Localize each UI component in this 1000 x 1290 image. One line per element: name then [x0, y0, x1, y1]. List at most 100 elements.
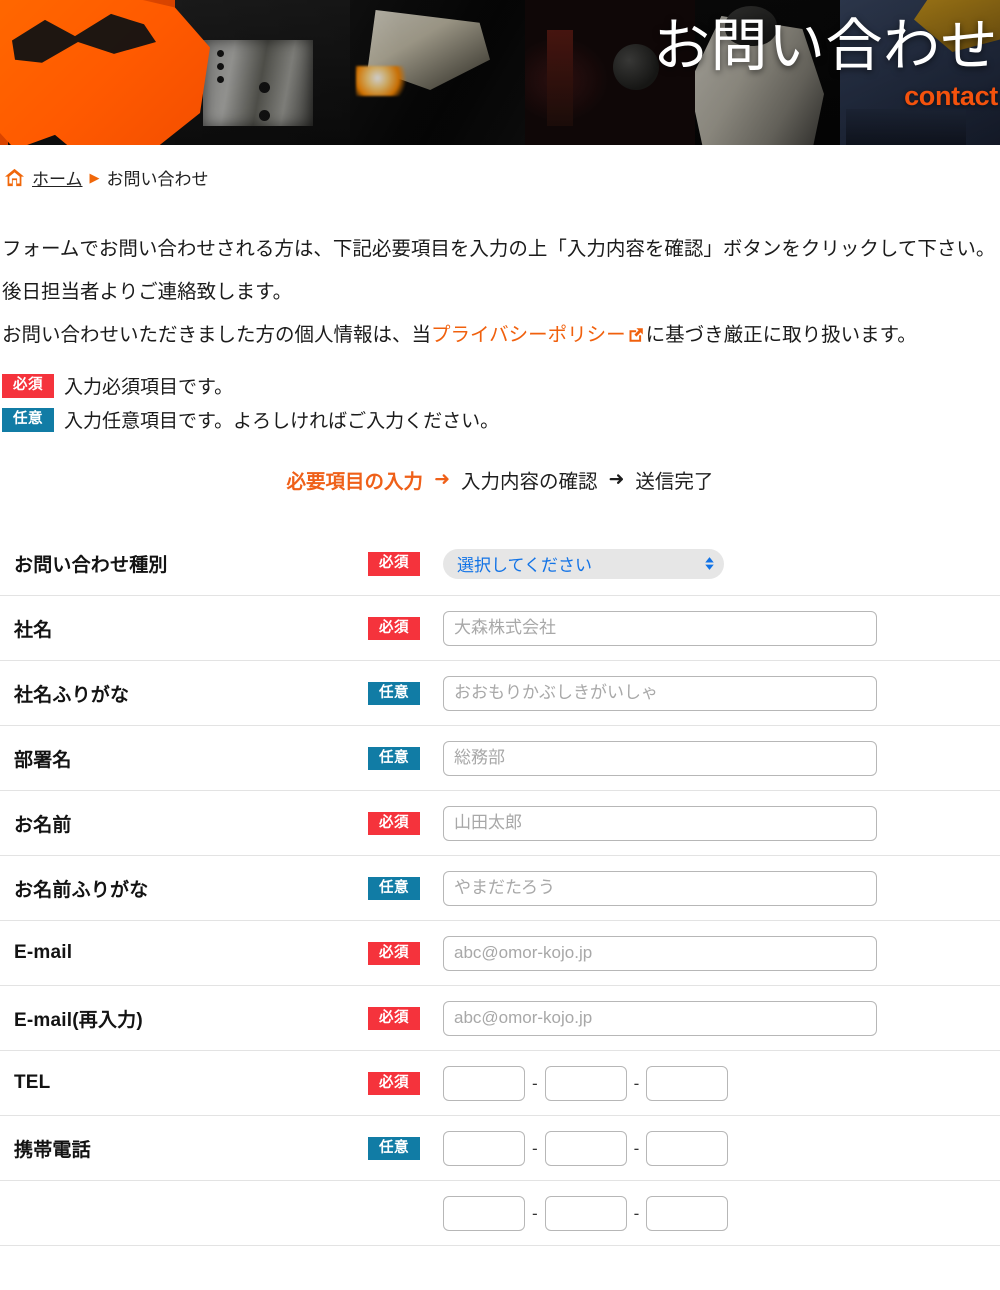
tel-part-1-input[interactable] — [443, 1065, 525, 1101]
privacy-policy-label: プライバシーポリシー — [431, 323, 626, 346]
legend-optional-text: 入力任意項目です。よろしければご入力ください。 — [64, 411, 500, 433]
intro-line-3-suffix: に基づき厳正に取り扱います。 — [645, 323, 917, 346]
intro-line-3: お問い合わせいただきました方の個人情報は、当プライバシーポリシー に基づき厳正に取… — [2, 320, 996, 351]
tel-part-1-input[interactable] — [443, 1130, 525, 1166]
field-badge-wrap: 必須 — [368, 941, 443, 965]
legend-required-text: 入力必須項目です。 — [64, 377, 234, 399]
step-arrow-2-icon: ➜ — [608, 469, 625, 491]
field-wrap — [443, 610, 1000, 646]
legend-row-optional: 任意 入力任意項目です。よろしければご入力ください。 — [2, 406, 1000, 433]
step-arrow-1-icon: ➜ — [434, 469, 450, 491]
form-row: お名前ふりがな 任意 — [0, 856, 1000, 922]
tel-separator: - — [633, 1203, 640, 1223]
page-title: お問い合わせ — [653, 14, 998, 78]
field-wrap — [443, 870, 1000, 906]
tel-part-2-input[interactable] — [544, 1130, 627, 1166]
page-subtitle: contact — [904, 81, 998, 111]
お名前-input[interactable] — [443, 805, 877, 841]
step-indicator: 必要項目の入力 ➜ 入力内容の確認 ➜ 送信完了 — [0, 465, 1000, 494]
hero-photo-welding — [350, 0, 525, 145]
form-row: 部署名 任意 — [0, 726, 1000, 792]
contact-form: お問い合わせ種別必須選択してください社名必須社名ふりがな任意部署名任意お名前必須… — [0, 531, 1000, 1247]
hero-title-block: お問い合わせ contact — [653, 18, 1000, 110]
required-badge: 必須 — [368, 941, 420, 965]
legend-row-required: 必須 入力必須項目です。 — [2, 372, 1000, 399]
intro-line-3-prefix: お問い合わせいただきました方の個人情報は、当 — [2, 323, 432, 346]
tel-part-2-input[interactable] — [544, 1195, 627, 1231]
tel-part-1-input[interactable] — [443, 1195, 525, 1231]
step-3-complete: 送信完了 — [635, 471, 714, 494]
お名前ふりがな-input[interactable] — [443, 870, 877, 906]
optional-badge: 任意 — [368, 1136, 420, 1160]
intro-text: フォームでお問い合わせされる方は、下記必要項目を入力の上「入力内容を確認」ボタン… — [0, 234, 1000, 350]
form-row: お問い合わせ種別 必須 選択してください — [0, 531, 1000, 597]
field-wrap: -- — [443, 1065, 1000, 1101]
field-wrap — [443, 805, 1000, 841]
field-badge-wrap: 必須 — [368, 616, 443, 640]
field-wrap: -- — [443, 1195, 1000, 1231]
form-row: -- — [0, 1181, 1000, 1247]
tel-part-3-input[interactable] — [646, 1130, 729, 1166]
tel-separator: - — [633, 1138, 640, 1158]
社名-input[interactable] — [443, 610, 877, 646]
form-row: E-mail(再入力) 必須 — [0, 986, 1000, 1052]
field-wrap: -- — [443, 1130, 1000, 1166]
tel-separator: - — [532, 1203, 538, 1223]
field-badge-wrap: 任意 — [368, 876, 443, 900]
legend: 必須 入力必須項目です。 任意 入力任意項目です。よろしければご入力ください。 — [0, 372, 1000, 433]
field-badge-wrap: 必須 — [368, 811, 443, 835]
e-mail-再入力--input[interactable] — [443, 1000, 877, 1036]
field-label-携帯電話-9: 携帯電話 — [14, 1139, 91, 1161]
field-badge-wrap: 任意 — [368, 681, 443, 705]
required-badge: 必須 — [368, 552, 420, 576]
部署名-input[interactable] — [443, 740, 877, 776]
field-badge-wrap: 任意 — [368, 746, 443, 770]
field-label-社名ふりがな-2: 社名ふりがな — [14, 684, 130, 706]
field-wrap — [443, 1000, 1000, 1036]
field-wrap — [443, 740, 1000, 776]
form-row: E-mail 必須 — [0, 921, 1000, 987]
field-badge-wrap: 必須 — [368, 552, 443, 576]
社名ふりがな-input[interactable] — [443, 675, 877, 711]
field-label-社名-1: 社名 — [14, 619, 53, 641]
field-badge-wrap: 必須 — [368, 1006, 443, 1030]
field-wrap — [443, 675, 1000, 711]
optional-badge: 任意 — [368, 876, 420, 900]
breadcrumb: ホーム ▶ お問い合わせ — [0, 145, 1000, 190]
optional-badge: 任意 — [368, 681, 420, 705]
optional-badge: 任意 — [2, 408, 54, 432]
required-badge: 必須 — [368, 1006, 420, 1030]
intro-line-2: 後日担当者よりご連絡致します。 — [2, 280, 293, 303]
field-label-お名前-4: お名前 — [14, 814, 72, 836]
field-label-部署名-3: 部署名 — [14, 749, 72, 771]
privacy-policy-link[interactable]: プライバシーポリシー — [431, 324, 646, 346]
optional-badge: 任意 — [368, 746, 420, 770]
field-label-お名前ふりがな-5: お名前ふりがな — [14, 879, 149, 901]
intro-line-1: フォームでお問い合わせされる方は、下記必要項目を入力の上「入力内容を確認」ボタン… — [2, 238, 996, 260]
form-row: お名前 必須 — [0, 791, 1000, 857]
tel-input-group: -- — [443, 1065, 729, 1101]
tel-separator: - — [532, 1073, 538, 1093]
tel-separator: - — [532, 1138, 538, 1158]
field-wrap: 選択してください — [443, 548, 1000, 579]
e-mail-input[interactable] — [443, 935, 877, 971]
step-1-input: 必要項目の入力 — [286, 471, 424, 494]
required-badge: 必須 — [368, 811, 420, 835]
required-badge: 必須 — [368, 616, 420, 640]
tel-part-3-input[interactable] — [646, 1065, 729, 1101]
field-label-tel-8: TEL — [14, 1072, 51, 1094]
field-wrap — [443, 935, 1000, 971]
field-label-お問い合わせ種別-0: お問い合わせ種別 — [14, 555, 168, 577]
breadcrumb-link-home[interactable]: ホーム — [32, 165, 83, 190]
home-icon — [4, 168, 25, 187]
tel-separator: - — [633, 1073, 640, 1093]
tel-part-3-input[interactable] — [646, 1195, 729, 1231]
hero-banner: お問い合わせ contact — [0, 0, 1000, 145]
tel-part-2-input[interactable] — [544, 1065, 627, 1101]
inquiry-type-select[interactable]: 選択してください — [443, 548, 724, 579]
field-badge-wrap: 必須 — [368, 1071, 443, 1095]
step-2-confirm: 入力内容の確認 — [460, 471, 598, 494]
breadcrumb-current: お問い合わせ — [106, 170, 209, 189]
chevron-right-icon: ▶ — [89, 170, 100, 185]
external-link-icon — [628, 322, 644, 342]
